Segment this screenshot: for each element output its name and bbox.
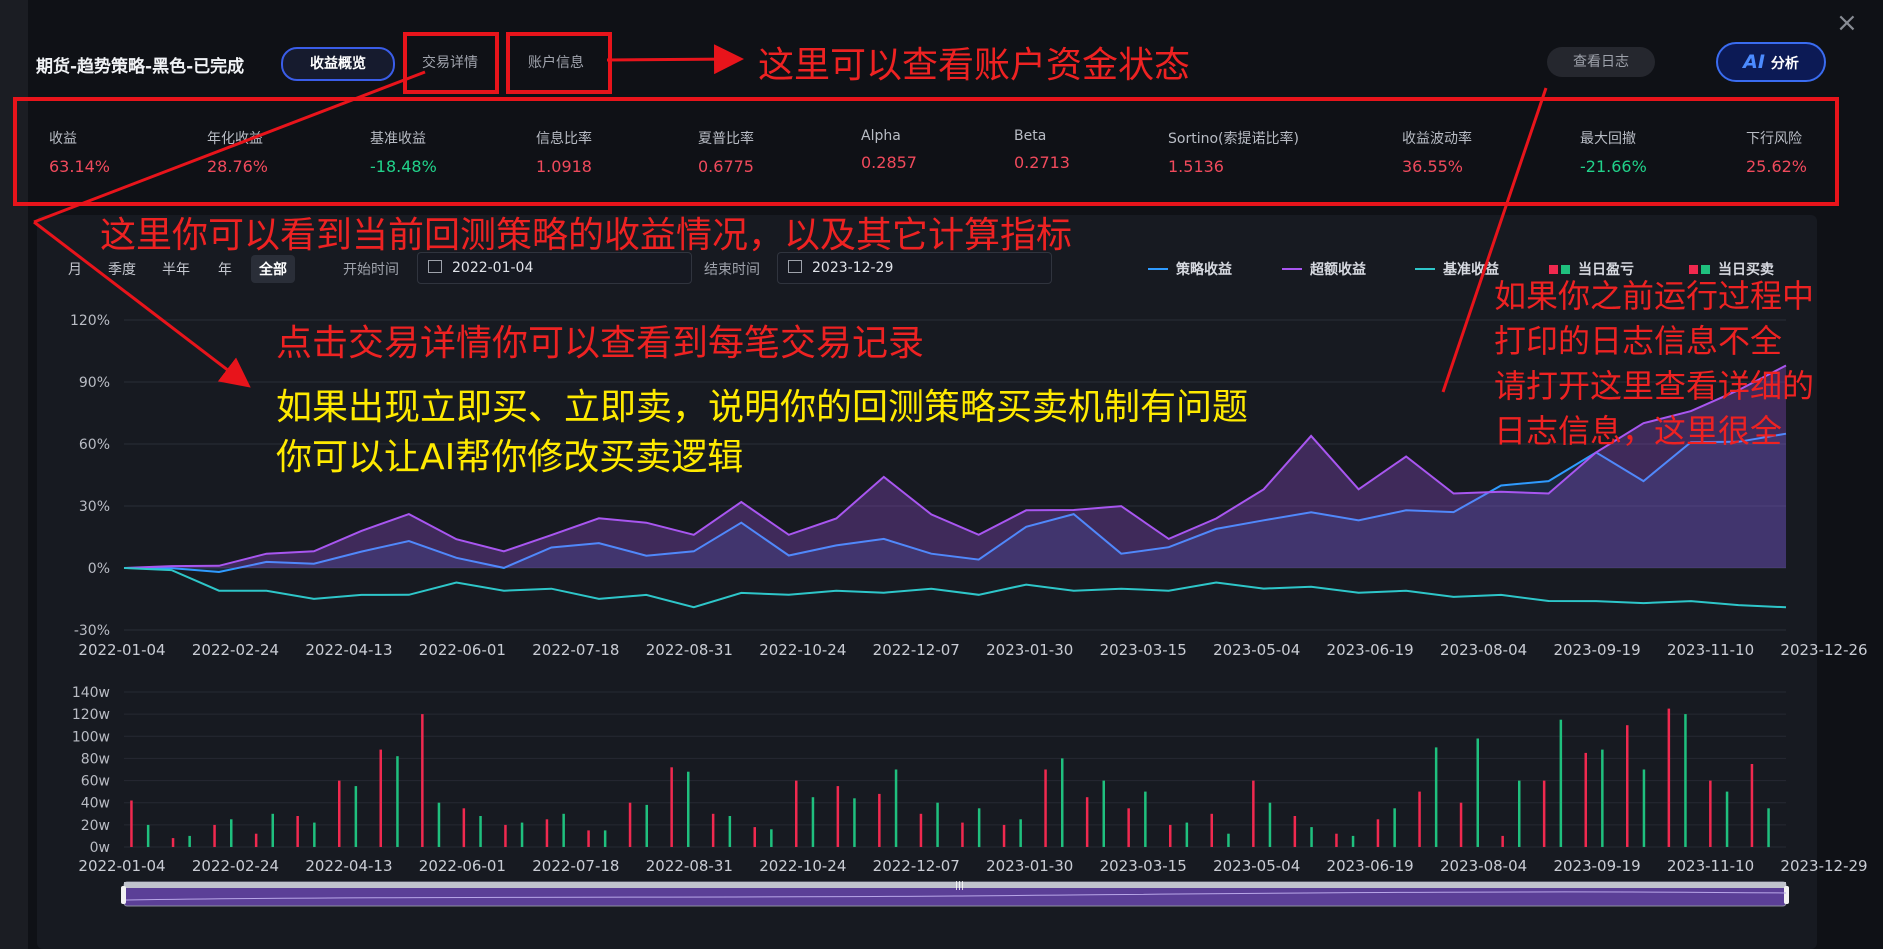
annotation-warning-1: 如果出现立即买、立即卖，说明你的回测策略买卖机制有问题 [276, 387, 1249, 428]
annotation-trades: 点击交易详情你可以查看到每笔交易记录 [276, 323, 925, 364]
annotation-log: 如果你之前运行过程中 打印的日志信息不全 请打开这里查看详细的 日志信息，这里很… [1494, 274, 1814, 454]
annotation-log-line: 如果你之前运行过程中 [1494, 277, 1815, 315]
annotation-log-line: 打印的日志信息不全 [1494, 322, 1783, 360]
annotation-metrics: 这里你可以看到当前回测策略的收益情况，以及其它计算指标 [100, 215, 1073, 256]
annotation-log-line: 日志信息，这里很全 [1494, 412, 1783, 450]
arrow-account [606, 44, 744, 75]
annotation-warning-2: 你可以让AI帮你修改买卖逻辑 [276, 437, 744, 478]
annotation-account: 这里可以查看账户资金状态 [758, 45, 1191, 86]
annotation-log-line: 请打开这里查看详细的 [1494, 367, 1815, 405]
arrow-trade-line [33, 70, 426, 224]
